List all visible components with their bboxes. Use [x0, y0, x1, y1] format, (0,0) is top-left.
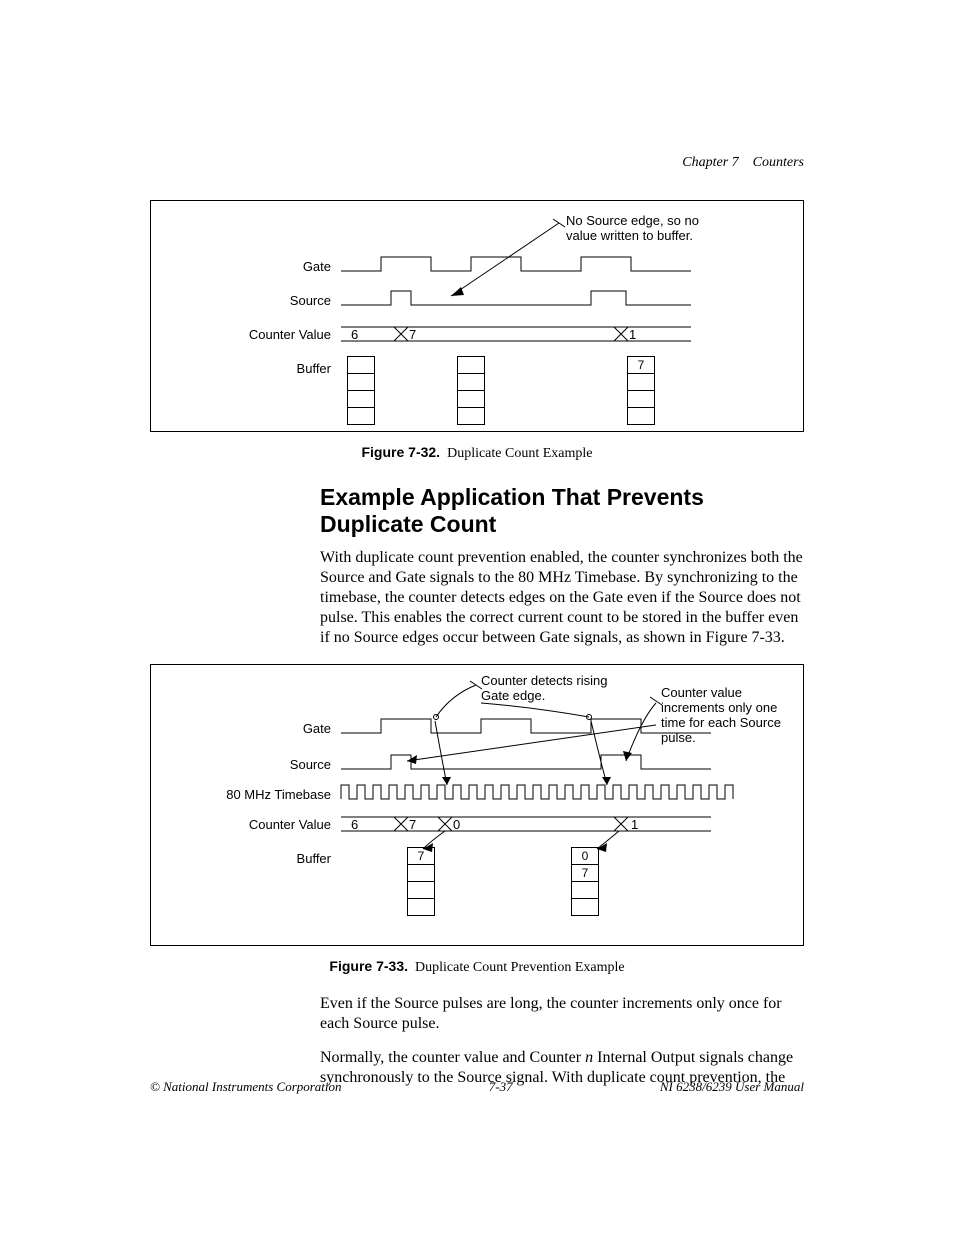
figure-7-33: Gate Source 80 MHz Timebase Counter Valu… — [150, 664, 804, 946]
running-header: Chapter 7 Counters — [682, 155, 804, 171]
page-footer: © National Instruments Corporation 7-37 … — [150, 1079, 804, 1095]
footer-center: 7-37 — [489, 1079, 513, 1095]
footer-left: © National Instruments Corporation — [150, 1079, 342, 1095]
fig33-caption-text: Duplicate Count Prevention Example — [415, 960, 625, 975]
paragraph-1: With duplicate count prevention enabled,… — [320, 548, 804, 648]
fig33-caption-num: Figure 7-33. — [329, 958, 408, 974]
paragraph-2: Even if the Source pulses are long, the … — [320, 994, 804, 1034]
fig32-caption: Figure 7-32. Duplicate Count Example — [150, 444, 804, 462]
fig32-caption-text: Duplicate Count Example — [447, 446, 592, 461]
footer-right: NI 6238/6239 User Manual — [660, 1079, 804, 1095]
fig32-svg — [151, 201, 801, 431]
header-chapter: Chapter 7 — [682, 155, 738, 170]
figure-7-32: Gate Source Counter Value Buffer No Sour… — [150, 200, 804, 432]
section-heading: Example Application That Prevents Duplic… — [320, 484, 804, 538]
fig33-svg — [151, 665, 801, 945]
header-title: Counters — [753, 155, 804, 170]
counter-n-italic: n — [585, 1049, 593, 1066]
fig33-caption: Figure 7-33. Duplicate Count Prevention … — [150, 958, 804, 976]
fig32-caption-num: Figure 7-32. — [361, 444, 440, 460]
